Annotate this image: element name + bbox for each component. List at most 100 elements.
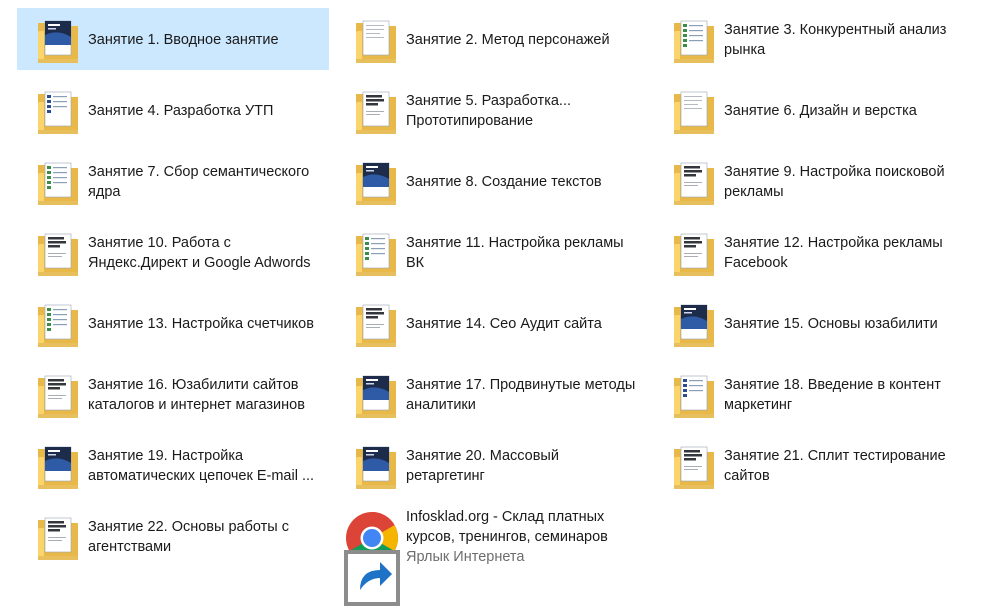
folder-label-line: Занятие 12. Настройка рекламы: [724, 235, 943, 251]
folder-icon: [348, 155, 404, 211]
folder-item[interactable]: Занятие 13. Настройка счетчиков: [17, 292, 329, 354]
folder-label-line: ВК: [406, 255, 425, 271]
folder-label-line: Занятие 13. Настройка счетчиков: [88, 316, 314, 332]
folder-item[interactable]: Занятие 4. Разработка УТП: [17, 79, 329, 141]
folder-icon: [30, 368, 86, 424]
folder-label-line: агентствами: [88, 539, 172, 555]
folder-label: Занятие 19. Настройка автоматических цепо…: [88, 435, 324, 497]
folder-label-line: ядра: [88, 184, 121, 200]
folder-label-line: каталогов и интернет магазинов: [88, 397, 305, 413]
folder-item[interactable]: Занятие 1. Вводное занятие: [17, 8, 329, 70]
folder-icon: [30, 13, 86, 69]
folder-item[interactable]: Занятие 11. Настройка рекламы ВК: [335, 221, 647, 283]
folder-label-line: Занятие 10. Работа с: [88, 235, 231, 251]
chrome-icon: [344, 510, 400, 606]
folder-item[interactable]: Занятие 9. Настройка поисковой рекламы: [653, 150, 965, 212]
folder-icon: [30, 297, 86, 353]
folder-label-line: сайтов: [724, 468, 770, 484]
folder-label-line: Занятие 18. Введение в контент: [724, 377, 941, 393]
folder-label-line: Занятие 20. Массовый: [406, 448, 559, 464]
folder-item[interactable]: Занятие 2. Метод персонажей: [335, 8, 647, 70]
folder-item[interactable]: Занятие 17. Продвинутые методы аналитики: [335, 363, 647, 425]
folder-item[interactable]: Занятие 16. Юзабилити сайтов каталогов и …: [17, 363, 329, 425]
folder-label-line: аналитики: [406, 397, 476, 413]
folder-label-line: Занятие 1. Вводное занятие: [88, 32, 279, 48]
folder-label-line: Занятие 5. Разработка...: [406, 93, 572, 109]
folder-label: Занятие 9. Настройка поисковой рекламы: [724, 151, 960, 213]
folder-label-line: Прототипирование: [406, 113, 534, 129]
folder-item[interactable]: Занятие 7. Сбор семантического ядра: [17, 150, 329, 212]
folder-item[interactable]: Занятие 19. Настройка автоматических цепо…: [17, 434, 329, 496]
folder-label: Занятие 20. Массовый ретаргетинг: [406, 435, 642, 497]
folder-label: Занятие 15. Основы юзабилити: [724, 293, 960, 355]
folder-item[interactable]: Занятие 22. Основы работы с агентствами: [17, 505, 329, 567]
folder-label: Занятие 12. Настройка рекламы Facebook: [724, 222, 960, 284]
folder-label-line: Занятие 7. Сбор семантического: [88, 164, 310, 180]
folder-item[interactable]: Занятие 18. Введение в контент маркетинг: [653, 363, 965, 425]
folder-label: Занятие 3. Конкурентный анализ рынка: [724, 9, 960, 71]
folder-item[interactable]: Занятие 12. Настройка рекламы Facebook: [653, 221, 965, 283]
folder-label: Занятие 1. Вводное занятие: [88, 9, 324, 71]
folder-icon: [348, 13, 404, 69]
folder-label: Занятие 22. Основы работы с агентствами: [88, 506, 324, 568]
folder-label-line: рынка: [724, 42, 766, 58]
folder-icon: [348, 439, 404, 495]
folder-icon: [348, 297, 404, 353]
folder-label: Занятие 11. Настройка рекламы ВК: [406, 222, 642, 284]
folder-label-line: Занятие 19. Настройка: [88, 448, 244, 464]
folder-icon: [348, 226, 404, 282]
folder-label: Занятие 5. Разработка... Прототипирование: [406, 80, 642, 142]
folder-label: Занятие 2. Метод персонажей: [406, 9, 642, 71]
shortcut-type-label: Ярлык Интернета: [406, 549, 525, 565]
folder-icon: [30, 510, 86, 566]
folder-icon: [666, 155, 722, 211]
shortcut-label: Infosklad.org - Склад платных курсов, тре…: [406, 506, 642, 568]
folder-label-line: рекламы: [724, 184, 784, 200]
folder-label-line: Занятие 22. Основы работы с: [88, 519, 289, 535]
folder-item[interactable]: Занятие 14. Сео Аудит сайта: [335, 292, 647, 354]
folder-item[interactable]: Занятие 15. Основы юзабилити: [653, 292, 965, 354]
folder-label: Занятие 6. Дизайн и верстка: [724, 80, 960, 142]
folder-label-line: Занятие 3. Конкурентный анализ: [724, 22, 947, 38]
folder-label-line: Занятие 21. Сплит тестирование: [724, 448, 946, 464]
folder-label-line: маркетинг: [724, 397, 793, 413]
folder-icon: [666, 297, 722, 353]
folder-label: Занятие 8. Создание текстов: [406, 151, 642, 213]
folder-label: Занятие 7. Сбор семантического ядра: [88, 151, 324, 213]
folder-icon: [348, 84, 404, 140]
internet-shortcut-item[interactable]: Infosklad.org - Склад платных курсов, тре…: [335, 505, 647, 606]
folder-label-line: Занятие 2. Метод персонажей: [406, 32, 610, 48]
folder-item[interactable]: Занятие 20. Массовый ретаргетинг: [335, 434, 647, 496]
folder-label: Занятие 16. Юзабилити сайтов каталогов и …: [88, 364, 324, 426]
folder-label-line: Занятие 14. Сео Аудит сайта: [406, 316, 602, 332]
folder-icon: [666, 226, 722, 282]
folder-label-line: Занятие 9. Настройка поисковой: [724, 164, 945, 180]
file-grid: Занятие 1. Вводное занятие Занятие 2. Ме…: [0, 0, 985, 606]
folder-label: Занятие 13. Настройка счетчиков: [88, 293, 324, 355]
folder-icon: [30, 84, 86, 140]
folder-label-line: Занятие 6. Дизайн и верстка: [724, 103, 917, 119]
folder-item[interactable]: Занятие 3. Конкурентный анализ рынка: [653, 8, 965, 70]
folder-label: Занятие 21. Сплит тестирование сайтов: [724, 435, 960, 497]
folder-label-line: автоматических цепочек E-mail ...: [88, 468, 315, 484]
folder-label-line: Занятие 4. Разработка УТП: [88, 103, 274, 119]
folder-item[interactable]: Занятие 8. Создание текстов: [335, 150, 647, 212]
folder-label-line: Занятие 16. Юзабилити сайтов: [88, 377, 299, 393]
folder-label-line: Занятие 17. Продвинутые методы: [406, 377, 636, 393]
folder-label-line: Яндекс.Директ и Google Adwords: [88, 255, 311, 271]
folder-icon: [30, 155, 86, 211]
folder-label: Занятие 4. Разработка УТП: [88, 80, 324, 142]
shortcut-label-line: Infosklad.org - Склад платных: [406, 509, 605, 525]
folder-item[interactable]: Занятие 21. Сплит тестирование сайтов: [653, 434, 965, 496]
folder-icon: [666, 13, 722, 69]
folder-item[interactable]: Занятие 6. Дизайн и верстка: [653, 79, 965, 141]
folder-icon: [30, 226, 86, 282]
folder-label: Занятие 14. Сео Аудит сайта: [406, 293, 642, 355]
shortcut-label-line: курсов, тренингов, семинаров: [406, 529, 608, 545]
folder-label: Занятие 17. Продвинутые методы аналитики: [406, 364, 642, 426]
folder-label-line: Занятие 8. Создание текстов: [406, 174, 602, 190]
folder-item[interactable]: Занятие 5. Разработка... Прототипирование: [335, 79, 647, 141]
folder-icon: [348, 368, 404, 424]
folder-label-line: Занятие 15. Основы юзабилити: [724, 316, 938, 332]
folder-item[interactable]: Занятие 10. Работа с Яндекс.Директ и Goog…: [17, 221, 329, 283]
